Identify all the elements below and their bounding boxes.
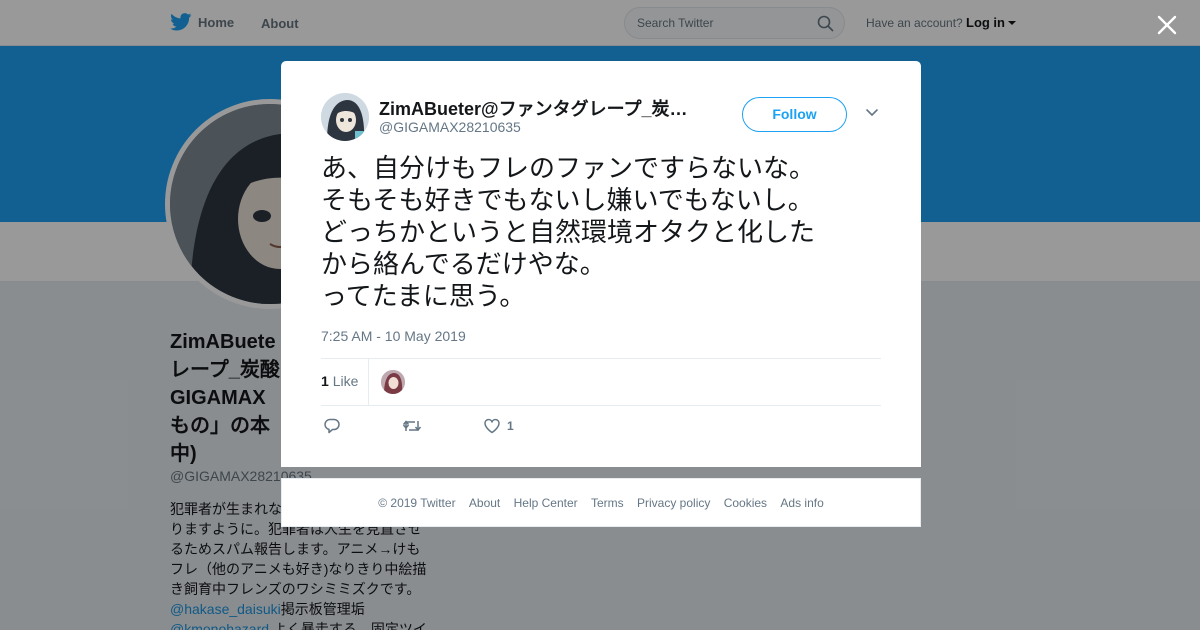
- tweet-stats: 1 Like: [321, 358, 881, 406]
- footer-link-terms[interactable]: Terms: [591, 496, 624, 510]
- liker-avatar-drawing: [381, 370, 405, 394]
- retweet-icon: [402, 420, 422, 432]
- chevron-down-icon[interactable]: [865, 108, 879, 118]
- tweet-author-avatar[interactable]: [321, 93, 369, 141]
- footer-copyright: © 2019 Twitter: [378, 496, 456, 510]
- tweet-text-line: どっちかというと自然環境オタクと化した: [321, 218, 816, 248]
- footer-link-about[interactable]: About: [469, 496, 500, 510]
- close-icon[interactable]: [1152, 10, 1182, 40]
- likes-stat-count: 1: [321, 373, 329, 389]
- reply-icon: [324, 418, 340, 434]
- footer-link-ads-info[interactable]: Ads info: [780, 496, 823, 510]
- author-avatar-drawing: [321, 93, 369, 141]
- like-button[interactable]: 1: [483, 417, 514, 435]
- modal-footer: © 2019 Twitter About Help Center Terms P…: [281, 478, 921, 527]
- liker-avatar[interactable]: [381, 370, 405, 394]
- footer-link-privacy-policy[interactable]: Privacy policy: [637, 496, 710, 510]
- tweet-text-line: あ、自分けもフレのファンですらないな。: [321, 154, 816, 184]
- tweet-author-name[interactable]: ZimABueter@ファンタグレープ_炭…: [379, 95, 695, 121]
- heart-icon: [484, 418, 500, 434]
- footer-link-help-center[interactable]: Help Center: [514, 496, 578, 510]
- tweet-actions: 1: [321, 417, 881, 437]
- likes-stat-label: Like: [332, 373, 359, 389]
- tweet-text-line: ってたまに思う。: [321, 282, 526, 312]
- tweet-author-handle[interactable]: @GIGAMAX28210635: [379, 119, 521, 135]
- likes-stat[interactable]: 1 Like: [321, 373, 358, 389]
- like-count: 1: [507, 419, 514, 433]
- tweet-timestamp[interactable]: 7:25 AM - 10 May 2019: [321, 328, 466, 344]
- tweet-text: あ、自分けもフレのファンですらないな。 そもそも好きでもないし嫌いでもないし。 …: [321, 153, 881, 313]
- tweet-text-line: そもそも好きでもないし嫌いでもないし。: [321, 186, 814, 216]
- footer-link-cookies[interactable]: Cookies: [724, 496, 767, 510]
- tweet-modal: ZimABueter@ファンタグレープ_炭… @GIGAMAX28210635 …: [281, 61, 921, 467]
- follow-button[interactable]: Follow: [742, 97, 847, 132]
- stats-divider: [368, 359, 369, 405]
- retweet-button[interactable]: [402, 417, 422, 435]
- tweet-text-line: から絡んでるだけやな。: [321, 250, 606, 280]
- reply-button[interactable]: [323, 417, 341, 435]
